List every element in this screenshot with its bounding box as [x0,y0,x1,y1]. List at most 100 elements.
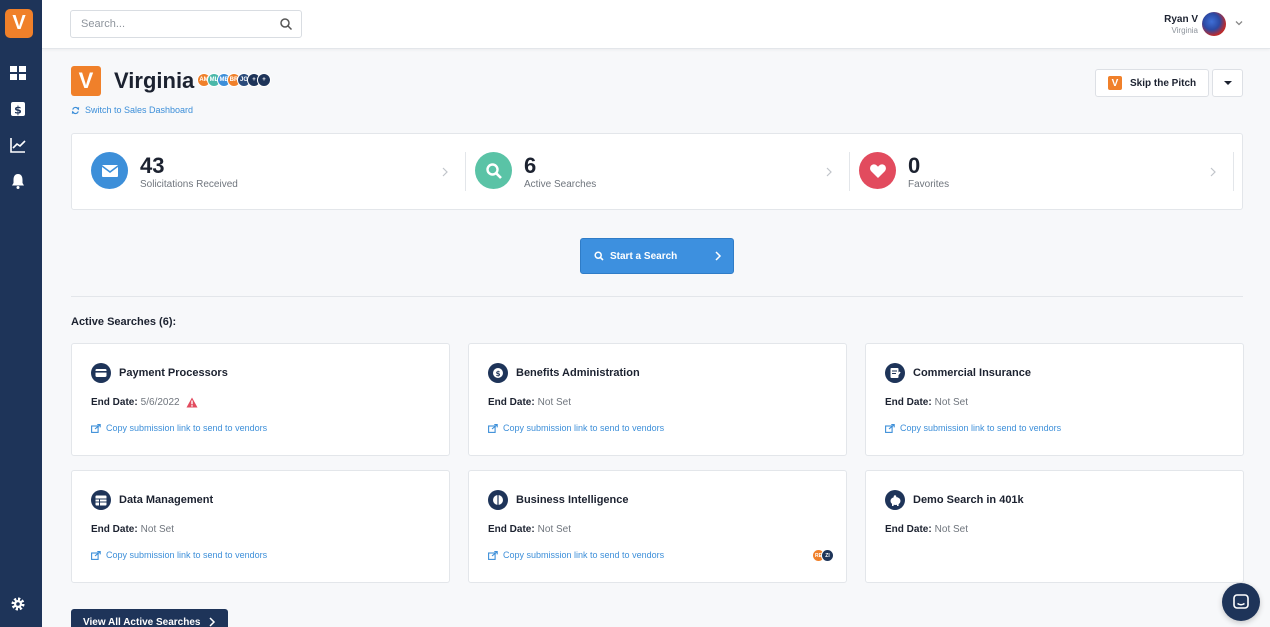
copy-link-label: Copy submission link to send to vendors [106,423,268,433]
start-search-button[interactable]: Start a Search [580,238,734,274]
share-icon [488,550,498,560]
search-box [70,10,302,38]
piggy-bank-icon [885,490,905,510]
warning-icon [186,397,198,408]
member-badge[interactable]: + [257,73,271,87]
share-icon [885,423,895,433]
end-date-value: Not Set [934,524,969,535]
credit-card-icon [91,363,111,383]
share-icon [91,423,101,433]
dollar-icon[interactable]: $ [9,100,27,118]
chart-icon[interactable] [9,136,27,154]
copy-link-label: Copy submission link to send to vendors [503,423,665,433]
database-icon [91,490,111,510]
copy-link[interactable]: Copy submission link to send to vendors [91,423,267,433]
end-date: End Date: Not Set [885,397,968,408]
search-card-title[interactable]: Benefits Administration [516,367,640,379]
search-icon [475,152,512,189]
end-date-value: 5/6/2022 [140,397,180,408]
copy-link[interactable]: Copy submission link to send to vendors [91,550,267,560]
dashboard-icon[interactable] [9,64,27,82]
copy-link[interactable]: Copy submission link to send to vendors [885,423,1061,433]
page-title: Virginia [114,68,195,93]
chevron-right-icon [826,167,832,177]
stat-value: 43 [140,153,165,178]
vendor-badges[interactable]: RE ZI [812,549,834,562]
app-logo[interactable]: V [5,9,33,38]
search-card[interactable]: $ Benefits Administration End Date: Not Se… [468,343,847,456]
stat-value: 0 [908,153,921,178]
swap-icon [71,106,80,114]
chat-icon [1233,594,1249,609]
chevron-right-icon [1210,167,1216,177]
skip-pitch-label: Skip the Pitch [1130,77,1197,89]
vendor-badge[interactable]: ZI [821,549,834,562]
stat-label: Active Searches [524,179,597,190]
search-card[interactable]: Payment Processors End Date: 5/6/2022 Copy… [71,343,450,456]
chevron-down-icon[interactable] [1234,18,1244,28]
svg-text:$: $ [14,104,22,117]
copy-link-label: Copy submission link to send to vendors [900,423,1062,433]
section-title: Active Searches (6): [71,316,177,328]
search-card[interactable]: Business Intelligence End Date: Not Set Co… [468,470,847,583]
chevron-right-icon [209,617,216,627]
search-card-title[interactable]: Commercial Insurance [913,367,1031,379]
skip-pitch-button[interactable]: V Skip the Pitch [1095,69,1209,97]
end-date: End Date: Not Set [91,524,174,535]
end-date-value: Not Set [537,397,572,408]
copy-link-label: Copy submission link to send to vendors [106,550,268,560]
end-date-label: End Date: [885,397,932,408]
end-date: End Date: Not Set [488,397,571,408]
search-card[interactable]: Commercial Insurance End Date: Not Set Cop… [865,343,1244,456]
end-date-label: End Date: [488,397,535,408]
sidebar: V $ [0,0,42,627]
skip-pitch-dropdown[interactable] [1212,69,1243,97]
avatar[interactable] [1202,12,1226,36]
user-name: Ryan V [1164,14,1198,25]
end-date-label: End Date: [91,524,138,535]
switch-dashboard-link[interactable]: Switch to Sales Dashboard [71,105,193,115]
stat-label: Favorites [908,179,950,190]
view-all-label: View All Active Searches [83,616,201,627]
stat-active-searches[interactable]: 6 Active Searches [456,134,840,209]
stat-label: Solicitations Received [140,179,238,190]
caret-down-icon [1223,81,1232,85]
search-card-title[interactable]: Demo Search in 401k [913,494,1024,506]
search-input[interactable] [71,11,271,37]
chevron-right-icon [442,167,448,177]
end-date-value: Not Set [934,397,969,408]
gear-icon[interactable] [9,595,27,613]
stat-favorites[interactable]: 0 Favorites [840,134,1224,209]
user-menu[interactable]: Ryan V Virginia [1164,14,1198,35]
end-date: End Date: Not Set [488,524,571,535]
search-card-title[interactable]: Data Management [119,494,213,506]
copy-link[interactable]: Copy submission link to send to vendors [488,423,664,433]
svg-text:$: $ [496,370,501,378]
end-date-value: Not Set [140,524,175,535]
view-all-button[interactable]: View All Active Searches [71,609,228,627]
copy-link[interactable]: Copy submission link to send to vendors [488,550,664,560]
search-icon [594,251,604,261]
search-card[interactable]: Data Management End Date: Not Set Copy sub… [71,470,450,583]
stats-panel: 43 Solicitations Received 6 Active Searc… [71,133,1243,210]
search-card[interactable]: Demo Search in 401k End Date: Not Set [865,470,1244,583]
divider [1233,152,1234,191]
benefits-icon: $ [488,363,508,383]
search-icon[interactable] [279,17,293,31]
stat-solicitations[interactable]: 43 Solicitations Received [72,134,456,209]
heart-icon [859,152,896,189]
divider [71,296,1243,297]
share-icon [91,550,101,560]
share-icon [488,423,498,433]
end-date-label: End Date: [885,524,932,535]
brain-icon [488,490,508,510]
search-card-title[interactable]: Business Intelligence [516,494,628,506]
chat-button[interactable] [1222,583,1260,621]
team-badges[interactable]: AM ML ME BR JG + + [197,73,271,89]
end-date: End Date: 5/6/2022 [91,397,198,408]
stat-value: 6 [524,153,537,178]
end-date-label: End Date: [91,397,138,408]
bell-icon[interactable] [9,172,27,190]
insurance-icon [885,363,905,383]
search-card-title[interactable]: Payment Processors [119,367,228,379]
